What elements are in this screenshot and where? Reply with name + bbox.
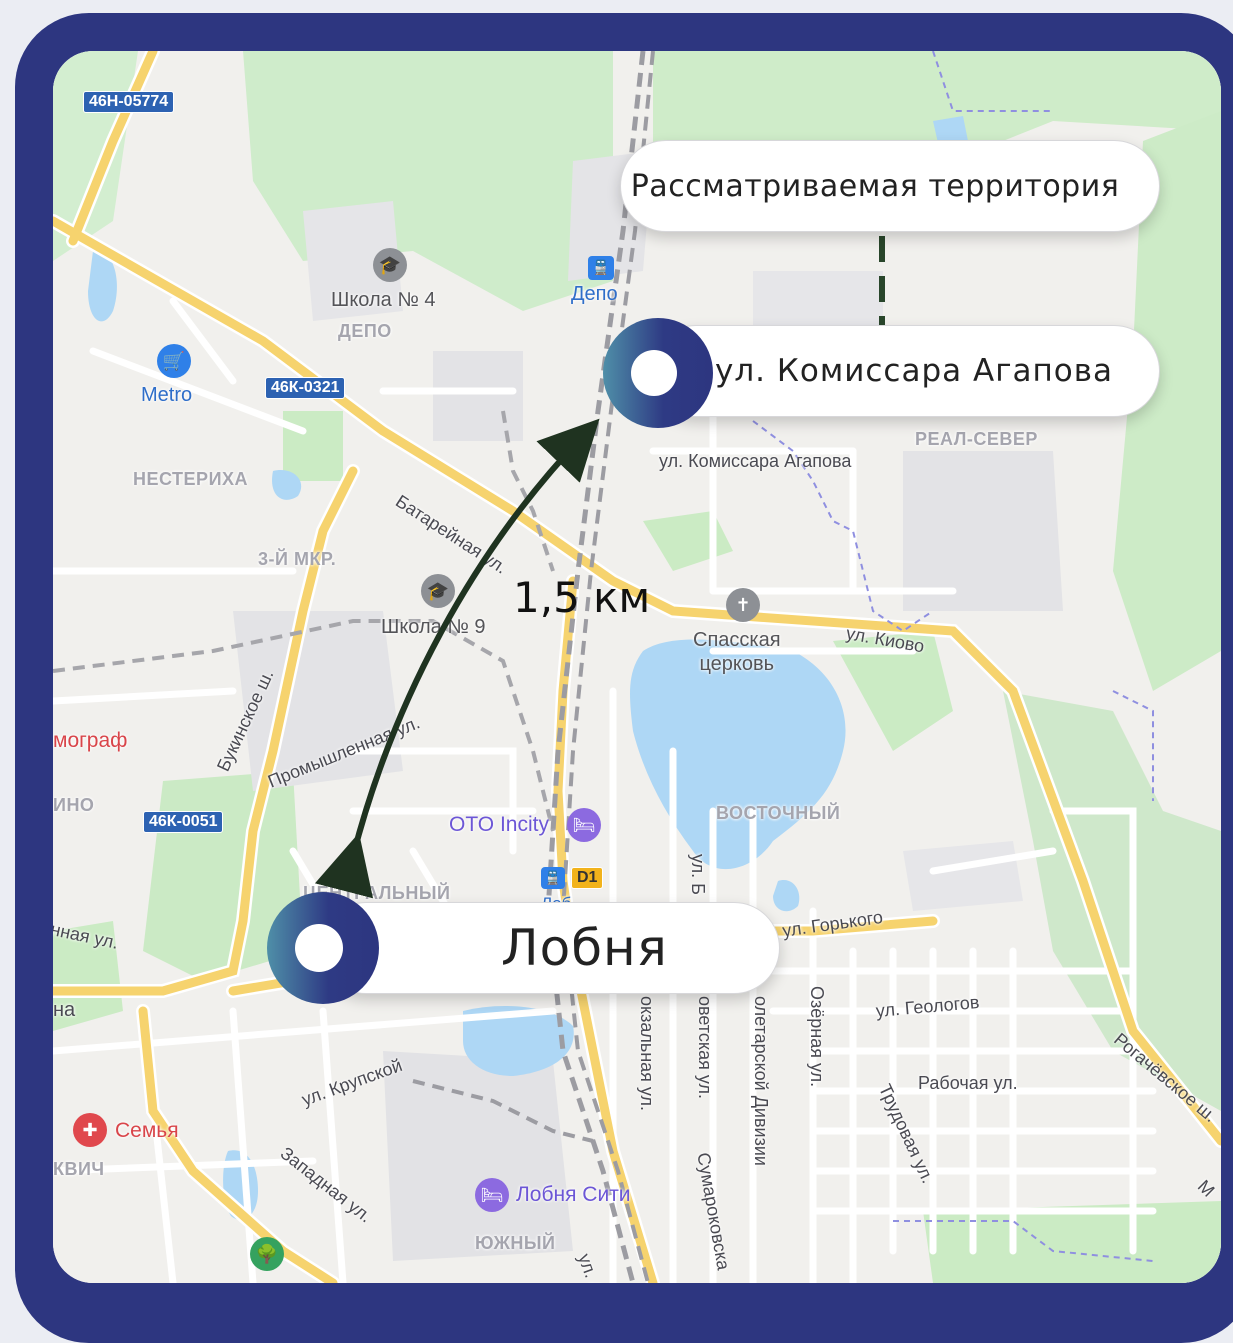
train-icon[interactable]: 🚆 <box>541 867 565 889</box>
poi-label: ИНО <box>53 795 95 815</box>
street-callout[interactable]: ул. Комиссара Агапова <box>650 325 1160 417</box>
district-label: ЮЖНЫЙ <box>475 1233 556 1253</box>
road-shield: D1 <box>571 867 604 889</box>
poi-label: Семья <box>115 1119 179 1142</box>
district-label: ВОСТОЧНЫЙ <box>716 803 841 823</box>
hotel-icon[interactable]: 🛏 <box>567 808 601 842</box>
street-label: ул. Комиссара Агапова <box>659 451 852 471</box>
poi-label: Школа № 9 <box>381 616 486 638</box>
pharmacy-icon[interactable]: ✚ <box>73 1113 107 1147</box>
school-icon[interactable]: 🎓 <box>373 248 407 282</box>
street-label: окзальная ул. <box>637 996 657 1112</box>
poi-label: Депо <box>571 283 618 305</box>
poi-label: КВИЧ <box>53 1159 105 1179</box>
poi-label: OTO Incity <box>449 813 549 836</box>
poi-label: Спасская церковь <box>693 628 781 676</box>
distance-label: 1,5 км <box>513 573 651 622</box>
road-shield: 46К-0051 <box>143 811 224 833</box>
poi-label: Школа № 4 <box>331 289 436 311</box>
poi-label: мограф <box>53 729 128 752</box>
poi-label: на <box>53 999 76 1021</box>
street-label: Рабочая ул. <box>918 1073 1018 1093</box>
city-callout[interactable]: Лобня <box>320 902 780 994</box>
district-label: 3-Й МКР. <box>258 549 337 569</box>
map-view[interactable]: ДЕПО НЕСТЕРИХА 3-Й МКР. РЕАЛ-СЕВЕР ВОСТО… <box>53 51 1221 1283</box>
street-callout-text: ул. Комиссара Агапова <box>715 353 1113 389</box>
road-shield: 46К-0321 <box>265 377 346 399</box>
church-icon[interactable]: ✝ <box>726 588 760 622</box>
location-dot-icon <box>267 892 379 1004</box>
district-label: РЕАЛ-СЕВЕР <box>915 429 1038 449</box>
street-label: оветская ул. <box>695 996 715 1099</box>
school-icon[interactable]: 🎓 <box>421 574 455 608</box>
park-icon[interactable]: 🌳 <box>250 1237 284 1271</box>
poi-label-line: Спасская <box>693 629 781 651</box>
street-label: ул. Б <box>688 854 708 895</box>
train-icon[interactable]: 🚆 <box>588 256 614 280</box>
metro-store-icon[interactable]: 🛒 <box>157 344 191 378</box>
poi-label: Лобня Сити <box>516 1183 631 1206</box>
territory-callout-text: Рассматриваемая территория <box>630 168 1120 204</box>
location-dot-icon <box>603 318 713 428</box>
district-label: НЕСТЕРИХА <box>133 469 249 489</box>
hotel-icon[interactable]: 🛏 <box>475 1178 509 1212</box>
street-label: олетарской Дивизии <box>751 996 771 1166</box>
street-label: Озёрная ул. <box>807 986 827 1088</box>
territory-callout[interactable]: Рассматриваемая территория <box>620 140 1160 232</box>
city-callout-text: Лобня <box>501 919 668 977</box>
district-label: ДЕПО <box>338 321 392 341</box>
road-shield: 46Н-05774 <box>83 91 175 113</box>
poi-label-line: церковь <box>699 653 775 675</box>
poi-label: Metro <box>141 384 193 406</box>
